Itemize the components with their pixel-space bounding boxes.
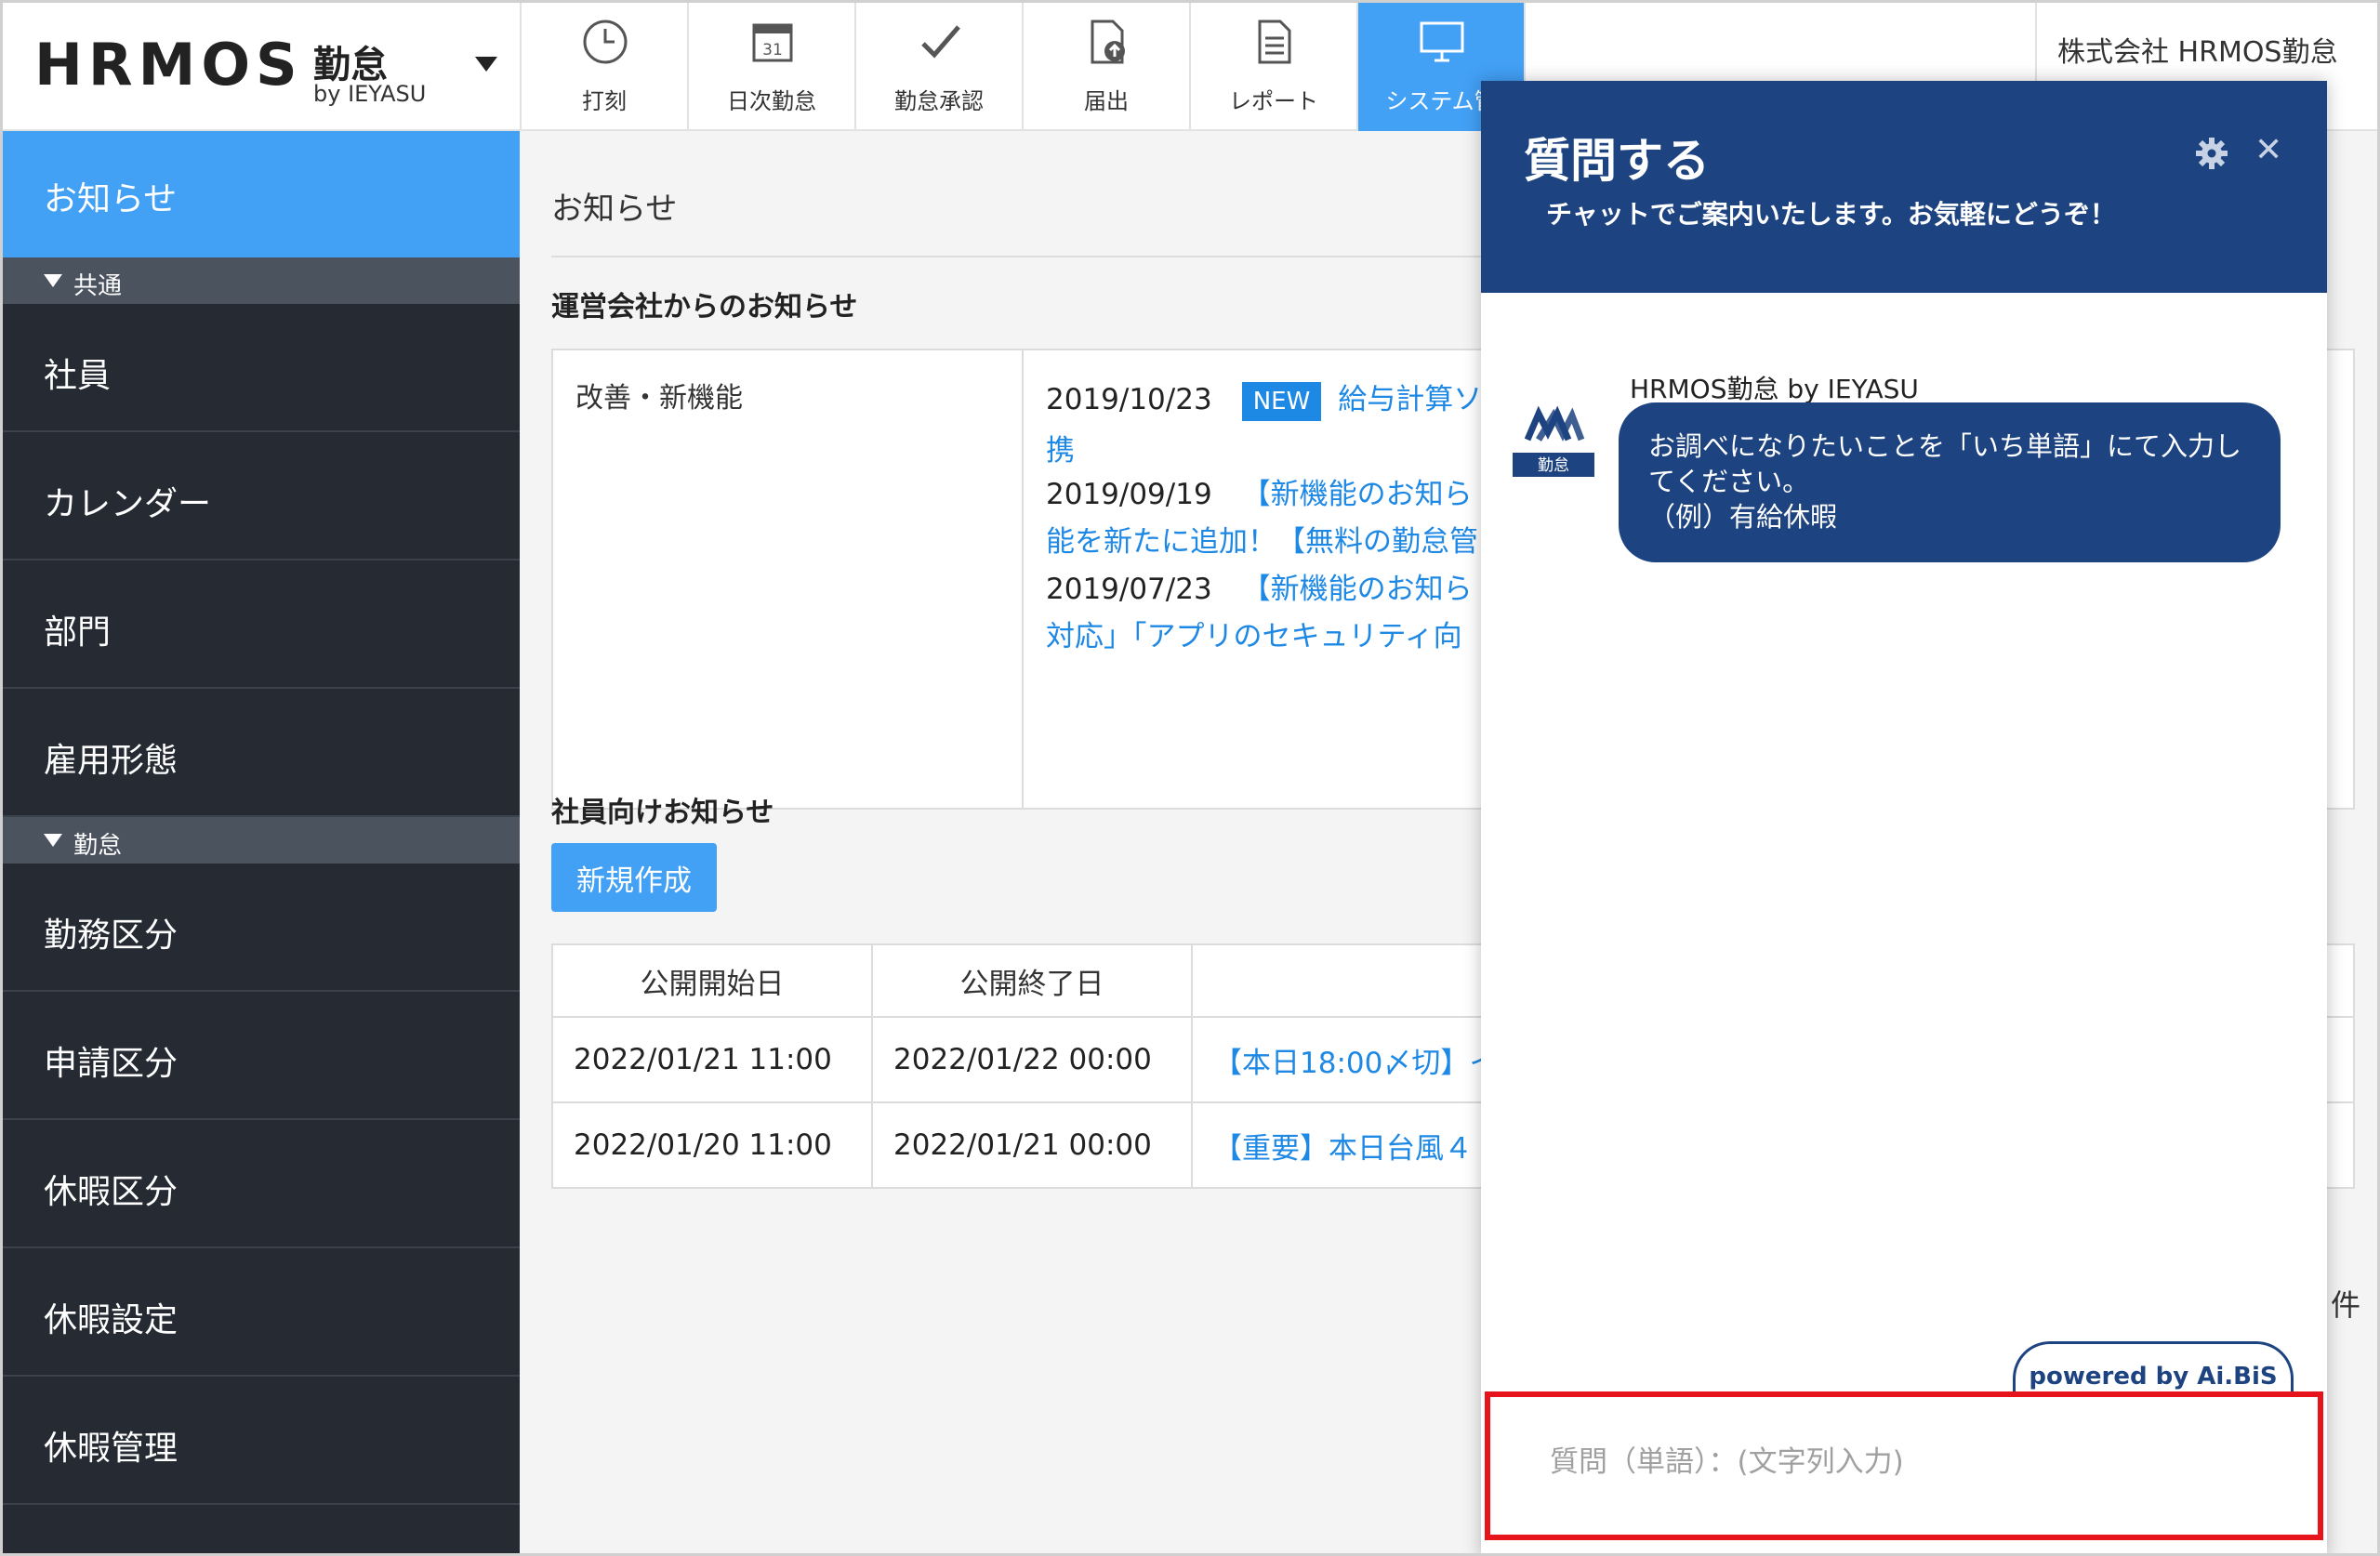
bot-message: お調べになりたいことを「いち単語」にて入力し てください。 （例）有給休暇 (1619, 402, 2281, 562)
sidebar-item-employee[interactable]: 社員 (3, 304, 520, 432)
avatar-label: 勤怠 (1538, 456, 1569, 475)
calendar-icon: 31 (752, 23, 793, 62)
report-icon (1258, 20, 1291, 64)
sidebar-item-leave-settings[interactable]: 休暇設定 (3, 1248, 520, 1377)
notice-date: 2019/09/19 (1046, 478, 1212, 511)
start-date-cell: 2022/01/20 11:00 (551, 1101, 873, 1189)
nav-approval[interactable]: 勤怠承認 (856, 3, 1024, 131)
notice-link-cont[interactable]: 能を新たに追加！【無料の勤怠管 (1046, 518, 1478, 560)
sidebar-item-notice[interactable]: お知らせ (3, 131, 520, 257)
message-line: （例）有給休暇 (1648, 501, 1838, 533)
new-badge: NEW (1241, 382, 1322, 421)
nav-punch[interactable]: 打刻 (522, 3, 689, 131)
nav-daily[interactable]: 31 日次勤怠 (689, 3, 856, 131)
employee-notice-heading: 社員向けお知らせ (551, 797, 774, 829)
chat-input-highlight (1485, 1391, 2323, 1540)
checkmark-icon (921, 25, 960, 59)
notice-date: 2019/07/23 (1046, 573, 1212, 606)
page-title: お知らせ (551, 191, 678, 228)
triangle-down-icon (44, 834, 62, 847)
app-window: HRMOS 勤怠 by IEYASU 打刻 31 日次勤怠 勤怠承認 届出 レポ… (0, 0, 2380, 1556)
logo[interactable]: HRMOS 勤怠 by IEYASU (3, 3, 522, 131)
notice-date: 2019/10/23 (1046, 383, 1212, 416)
nav-label: 日次勤怠 (727, 88, 816, 114)
bot-avatar: 勤怠 (1513, 405, 1594, 477)
chat-header: 質問する チャットでご案内いたします。お気軽にどうぞ！ ✕ (1481, 81, 2327, 293)
sidebar: お知らせ 共通 社員 カレンダー 部門 雇用形態 勤怠 勤務区分 申請区分 休暇… (3, 131, 520, 1553)
operator-notice-heading: 運営会社からのお知らせ (551, 291, 858, 323)
column-header[interactable]: 公開開始日 (551, 943, 873, 1018)
sidebar-item-request-category[interactable]: 申請区分 (3, 992, 520, 1120)
nav-label: レポート (1229, 88, 1318, 114)
sidebar-item-leave-management[interactable]: 休暇管理 (3, 1377, 520, 1505)
message-line: お調べになりたいことを「いち単語」にて入力し (1648, 430, 2242, 462)
nav-label: 勤怠承認 (894, 88, 984, 114)
count-label: 件 (2331, 1287, 2361, 1323)
sidebar-item-department[interactable]: 部門 (3, 560, 520, 689)
document-upload-icon (1091, 20, 1125, 64)
notice-item[interactable]: 2019/10/23 NEW 給与計算ソ (1046, 378, 1482, 421)
sidebar-item-leave-category[interactable]: 休暇区分 (3, 1120, 520, 1248)
monitor-icon (1420, 21, 1464, 62)
notice-link-cont[interactable]: 携 (1046, 427, 1075, 468)
bot-name: HRMOS勤怠 by IEYASU (1630, 374, 1919, 404)
new-create-button[interactable]: 新規作成 (551, 843, 717, 912)
column-header[interactable]: 公開終了日 (871, 943, 1193, 1018)
sidebar-section-kintai[interactable]: 勤怠 (3, 817, 520, 864)
sidebar-item-employment-type[interactable]: 雇用形態 (3, 689, 520, 817)
nav-request[interactable]: 届出 (1024, 3, 1191, 131)
main-nav: 打刻 31 日次勤怠 勤怠承認 届出 レポート システム管 (522, 3, 1526, 131)
nav-report[interactable]: レポート (1191, 3, 1358, 131)
end-date-cell: 2022/01/22 00:00 (871, 1016, 1193, 1103)
notice-item[interactable]: 2019/09/19 【新機能のお知ら (1046, 473, 1473, 516)
sidebar-item-work-category[interactable]: 勤務区分 (3, 864, 520, 992)
logo-by: by IEYASU (313, 81, 427, 107)
sidebar-item-calendar[interactable]: カレンダー (3, 432, 520, 560)
notice-link[interactable]: 【新機能のお知ら (1242, 573, 1473, 606)
start-date-cell: 2022/01/21 11:00 (551, 1016, 873, 1103)
chat-question-input[interactable] (1500, 1416, 2308, 1509)
chat-title: 質問する (1524, 134, 1710, 188)
end-date-cell: 2022/01/21 00:00 (871, 1101, 1193, 1189)
notice-link[interactable]: 【新機能のお知ら (1242, 478, 1473, 511)
chevron-down-icon[interactable] (475, 57, 497, 72)
sidebar-section-label: 勤怠 (73, 832, 123, 860)
chat-subtitle: チャットでご案内いたします。お気軽にどうぞ！ (1546, 199, 2116, 230)
message-line: てください。 (1648, 466, 1810, 497)
close-icon[interactable]: ✕ (2254, 131, 2282, 169)
notice-link[interactable]: 給与計算ソ (1338, 383, 1482, 416)
nav-label: 届出 (1084, 88, 1129, 114)
logo-wordmark: HRMOS (34, 31, 303, 99)
svg-text:31: 31 (762, 41, 783, 59)
clock-icon (583, 20, 628, 64)
chat-panel: 質問する チャットでご案内いたします。お気軽にどうぞ！ ✕ HRMOS勤怠 by… (1481, 81, 2327, 1553)
notice-link-cont[interactable]: 対応」「アプリのセキュリティ向 (1046, 613, 1462, 654)
nav-label: 打刻 (582, 88, 627, 114)
sidebar-section-common[interactable]: 共通 (3, 257, 520, 304)
notice-item[interactable]: 2019/07/23 【新機能のお知ら (1046, 568, 1473, 611)
gear-icon[interactable] (2195, 137, 2228, 170)
sidebar-section-label: 共通 (73, 272, 123, 300)
notice-category: 改善・新機能 (553, 350, 1024, 808)
triangle-down-icon (44, 274, 62, 287)
